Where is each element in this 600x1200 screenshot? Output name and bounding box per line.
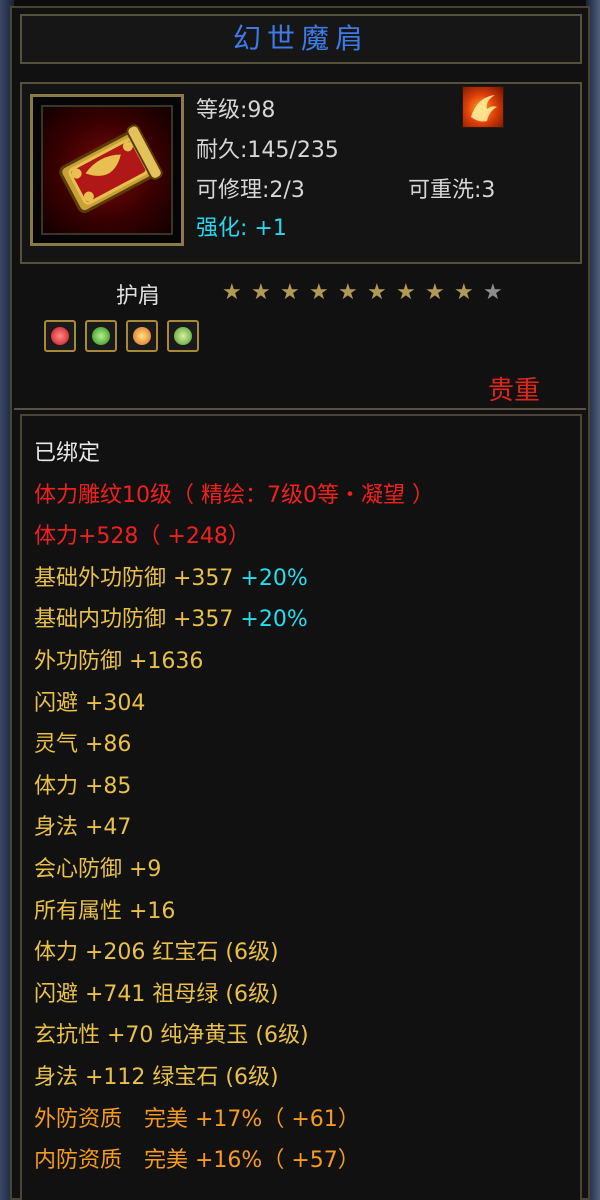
stat-text: 内防资质 完美 +16%（ +57） <box>34 1148 360 1173</box>
star-filled-icon: ★ <box>338 280 358 305</box>
stat-line: 体力雕纹10级（ 精绘：7级0等・凝望 ） <box>34 482 434 510</box>
item-type: 护肩 <box>116 284 161 309</box>
stat-line: 基础外功防御 +357 +20% <box>34 565 308 593</box>
stat-line: 体力 +206 红宝石 (6级) <box>34 939 279 967</box>
stat-line: 玄抗性 +70 纯净黄玉 (6级) <box>34 1022 309 1050</box>
star-filled-icon: ★ <box>251 280 271 305</box>
item-durability: 耐久:145/235 <box>196 138 339 163</box>
stat-line: 体力 +85 <box>34 773 131 801</box>
stat-text: 基础内功防御 +357 <box>34 607 241 632</box>
stat-line: 闪避 +741 祖母绿 (6级) <box>34 981 279 1009</box>
stat-text: +20% <box>240 566 308 591</box>
star-filled-icon: ★ <box>280 280 300 305</box>
stat-text: 会心防御 +9 <box>34 857 162 882</box>
stat-line: 所有属性 +16 <box>34 898 175 926</box>
gem-slots <box>44 320 203 356</box>
stat-text: 身法 +47 <box>34 815 132 840</box>
star-rating: ★ ★ ★ ★ ★ ★ ★ ★ ★ ★ <box>222 280 512 306</box>
stat-line: 体力+528（ +248） <box>34 523 250 551</box>
stat-line: 基础内功防御 +357 +20% <box>34 606 308 634</box>
shoulder-armor-icon <box>41 105 173 235</box>
stat-line: 身法 +47 <box>34 814 131 842</box>
stat-text: 闪避 +304 <box>34 691 146 716</box>
stat-text: 外功防御 +1636 <box>34 649 204 674</box>
item-enhance: 强化: +1 <box>196 210 287 242</box>
stat-line: 灵气 +86 <box>34 731 131 759</box>
item-quality: 贵重 <box>488 376 541 406</box>
stat-text: 灵气 +86 <box>34 732 132 757</box>
item-repairable: 可修理:2/3 <box>196 178 305 203</box>
enhance-label: 强化: <box>196 216 248 241</box>
stat-text: 外防资质 完美 +17%（ +61） <box>34 1107 360 1132</box>
stat-text: 玄抗性 +70 纯净黄玉 (6级) <box>34 1023 309 1048</box>
orange-gem-icon[interactable] <box>126 320 159 352</box>
stat-line: 身法 +112 绿宝石 (6级) <box>34 1064 279 1092</box>
item-icon-frame <box>30 94 184 246</box>
green-gem-icon[interactable] <box>85 320 118 352</box>
stat-text: 已绑定 <box>34 441 101 466</box>
stat-line: 内防资质 完美 +16%（ +57） <box>34 1147 360 1175</box>
stat-line: 闪避 +304 <box>34 690 145 718</box>
stat-text: 基础外功防御 +357 <box>34 566 241 591</box>
star-filled-icon: ★ <box>309 280 329 305</box>
stat-text: 身法 +112 绿宝石 (6级) <box>34 1065 279 1090</box>
item-rewashable: 可重洗:3 <box>408 178 496 203</box>
star-filled-icon: ★ <box>222 280 242 305</box>
star-empty-icon: ★ <box>483 280 503 305</box>
section-divider <box>14 408 586 410</box>
star-filled-icon: ★ <box>454 280 474 305</box>
green-swirl-gem-icon[interactable] <box>167 320 200 352</box>
item-name: 幻世魔肩 <box>232 22 369 55</box>
stat-text: 体力 +85 <box>34 774 132 799</box>
stat-line: 已绑定 <box>34 440 100 468</box>
item-title-bar: 幻世魔肩 <box>20 14 582 64</box>
star-filled-icon: ★ <box>396 280 416 305</box>
stat-line: 外功防御 +1636 <box>34 648 203 676</box>
red-gem-icon[interactable] <box>44 320 76 352</box>
stat-text: +20% <box>240 607 308 632</box>
item-level: 等级:98 <box>196 98 276 123</box>
stat-text: 体力雕纹10级（ 精绘：7级0等・凝望 ） <box>34 483 434 508</box>
stat-text: 所有属性 +16 <box>34 899 176 924</box>
star-filled-icon: ★ <box>367 280 387 305</box>
flame-rarity-icon <box>462 86 504 128</box>
stat-text: 体力+528（ +248） <box>34 524 250 549</box>
stat-line: 会心防御 +9 <box>34 856 161 884</box>
enhance-value: +1 <box>254 216 287 241</box>
stat-text: 闪避 +741 祖母绿 (6级) <box>34 982 279 1007</box>
stat-line: 外防资质 完美 +17%（ +61） <box>34 1106 360 1134</box>
stat-text: 体力 +206 红宝石 (6级) <box>34 940 279 965</box>
star-filled-icon: ★ <box>425 280 445 305</box>
